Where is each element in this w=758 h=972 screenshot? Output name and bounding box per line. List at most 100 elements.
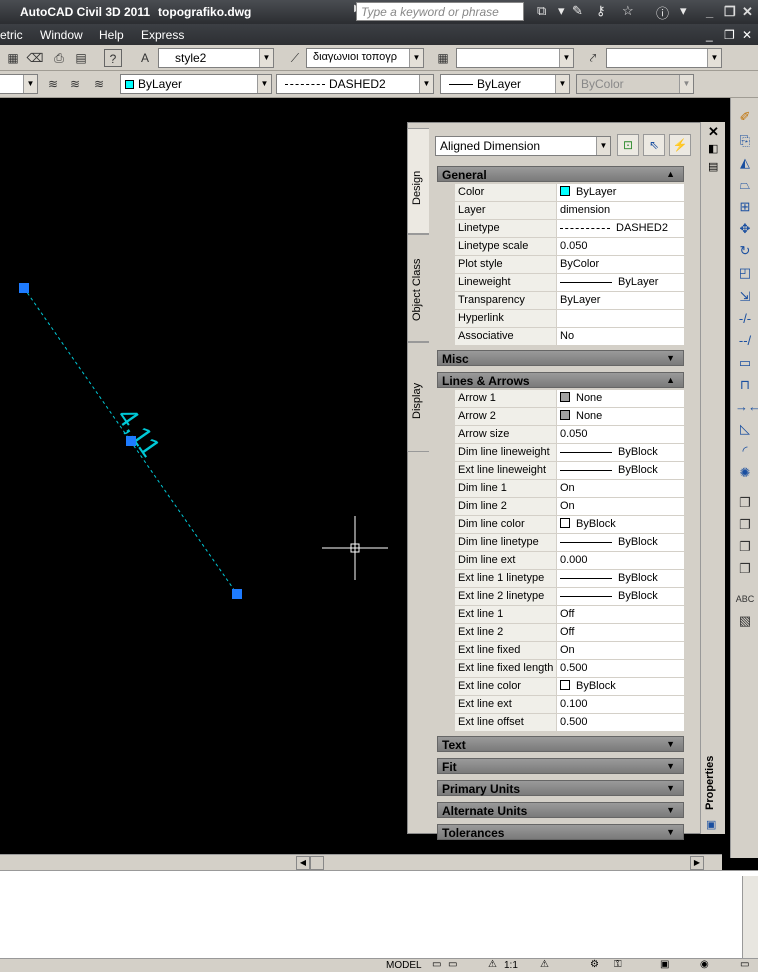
section-primary-units[interactable]: Primary Units ▼: [437, 780, 684, 796]
grip-end[interactable]: [232, 589, 242, 599]
property-value[interactable]: ByColor: [556, 256, 684, 273]
chamfer-icon[interactable]: ◺: [735, 420, 755, 438]
property-value[interactable]: ByBlock: [556, 588, 684, 605]
section-tolerances[interactable]: Tolerances ▼: [437, 824, 684, 840]
grip-start[interactable]: [19, 283, 29, 293]
linetype-select[interactable]: DASHED2 ▼: [276, 74, 434, 94]
property-value[interactable]: 0.050: [556, 426, 684, 443]
minimize-icon[interactable]: _: [706, 4, 713, 19]
property-row[interactable]: Ext line fixed length 0.500: [437, 660, 684, 678]
eraser-icon[interactable]: ⌫: [26, 49, 44, 67]
scroll-right-icon[interactable]: ▶: [690, 856, 704, 870]
draworder-front-icon[interactable]: ❐: [735, 494, 755, 512]
join-icon[interactable]: →←: [735, 398, 758, 416]
grip-text[interactable]: [126, 436, 136, 446]
expand-icon[interactable]: ▼: [666, 827, 675, 837]
break-icon[interactable]: ⊓: [735, 376, 755, 394]
help-icon[interactable]: ⓘ: [656, 3, 669, 22]
layer-match-icon[interactable]: ≋: [90, 75, 108, 93]
property-row[interactable]: Associative No: [437, 328, 684, 346]
extend-icon[interactable]: --/: [735, 332, 755, 350]
erase-icon[interactable]: ✐: [735, 108, 755, 126]
property-value[interactable]: On: [556, 498, 684, 515]
clean-screen-icon[interactable]: ▭: [740, 959, 749, 970]
section-alternate-units[interactable]: Alternate Units ▼: [437, 802, 684, 818]
property-row[interactable]: Dim line ext 0.000: [437, 552, 684, 570]
scroll-thumb[interactable]: [310, 856, 324, 870]
property-row[interactable]: Arrow 2 None: [437, 408, 684, 426]
draworder-under-icon[interactable]: ❐: [735, 560, 755, 578]
tab-display[interactable]: Display: [407, 342, 429, 452]
palette-autohide-icon[interactable]: ◧: [708, 142, 718, 155]
collapse-icon[interactable]: ▲: [666, 375, 675, 385]
calculator-icon[interactable]: ▤: [72, 49, 90, 67]
wrench-icon[interactable]: ✎: [572, 3, 583, 19]
property-value[interactable]: ByLayer: [556, 184, 684, 201]
dimension-text[interactable]: 4,11: [111, 402, 166, 463]
draworder-above-icon[interactable]: ❐: [735, 538, 755, 556]
isolate-objects-icon[interactable]: ◉: [700, 959, 709, 970]
property-row[interactable]: Ext line 1 linetype ByBlock: [437, 570, 684, 588]
lock-icon[interactable]: ⚿: [614, 959, 622, 970]
trim-icon[interactable]: -/-: [735, 310, 755, 328]
copy-icon[interactable]: ⎘: [735, 132, 755, 150]
annotation-visibility-icon[interactable]: ⚠: [540, 959, 549, 970]
property-value[interactable]: Off: [556, 606, 684, 623]
property-row[interactable]: Ext line ext 0.100: [437, 696, 684, 714]
dropdown-arrow-icon[interactable]: ▾: [558, 3, 565, 19]
select-objects-icon[interactable]: ⇖: [643, 134, 665, 156]
property-value[interactable]: On: [556, 642, 684, 659]
property-row[interactable]: Plot style ByColor: [437, 256, 684, 274]
property-value[interactable]: [556, 310, 684, 327]
layer-previous-icon[interactable]: ≋: [66, 75, 84, 93]
annotation-scale[interactable]: 1:1: [504, 960, 518, 971]
menu-item-parametric[interactable]: etric: [0, 28, 23, 42]
property-row[interactable]: Layer dimension: [437, 202, 684, 220]
model-tab[interactable]: MODEL: [386, 960, 422, 971]
multileader-style-select[interactable]: ▼: [606, 48, 722, 68]
offset-icon[interactable]: ⏢: [735, 176, 755, 194]
text-style-icon[interactable]: A: [136, 49, 154, 67]
help-question-icon[interactable]: ?: [104, 49, 122, 67]
move-icon[interactable]: ✥: [735, 220, 755, 238]
tab-object-class[interactable]: Object Class: [407, 234, 429, 342]
key-icon[interactable]: ⚷: [596, 3, 606, 19]
dim-style-icon[interactable]: ⟋: [286, 49, 304, 67]
property-value[interactable]: ByBlock: [556, 534, 684, 551]
fillet-icon[interactable]: ◜: [735, 442, 755, 460]
property-value[interactable]: ByLayer: [556, 292, 684, 309]
property-row[interactable]: Dim line 2 On: [437, 498, 684, 516]
property-value[interactable]: dimension: [556, 202, 684, 219]
multileader-style-icon[interactable]: ⤤: [584, 49, 602, 67]
property-row[interactable]: Linetype scale 0.050: [437, 238, 684, 256]
property-value[interactable]: ByBlock: [556, 444, 684, 461]
favorites-star-icon[interactable]: ☆: [622, 3, 634, 19]
property-row[interactable]: Dim line 1 On: [437, 480, 684, 498]
palette-close-icon[interactable]: ✕: [708, 124, 719, 140]
collapse-icon[interactable]: ▲: [666, 169, 675, 179]
lineweight-select[interactable]: ByLayer ▼: [440, 74, 570, 94]
dim-style-select[interactable]: διαγωνιοι τοπογρ ▼: [306, 48, 424, 68]
property-row[interactable]: Arrow size 0.050: [437, 426, 684, 444]
text-front-icon[interactable]: ABC: [735, 590, 755, 608]
close-icon[interactable]: ✕: [742, 4, 753, 20]
hatch-back-icon[interactable]: ▧: [735, 612, 755, 630]
property-value[interactable]: 0.500: [556, 714, 684, 731]
expand-icon[interactable]: ▼: [666, 805, 675, 815]
property-value[interactable]: ByBlock: [556, 678, 684, 695]
hardware-acceleration-icon[interactable]: ▣: [660, 959, 669, 970]
doc-restore-icon[interactable]: ❐: [724, 28, 735, 42]
layer-select[interactable]: ▼: [0, 74, 38, 94]
property-value[interactable]: 0.000: [556, 552, 684, 569]
expand-icon[interactable]: ▼: [666, 761, 675, 771]
mirror-icon[interactable]: ◭: [735, 154, 755, 172]
property-value[interactable]: 0.050: [556, 238, 684, 255]
property-value[interactable]: Off: [556, 624, 684, 641]
property-value[interactable]: None: [556, 408, 684, 425]
section-general[interactable]: General ▲: [437, 166, 684, 182]
object-type-select[interactable]: Aligned Dimension ▼: [435, 136, 611, 156]
property-row[interactable]: Dim line lineweight ByBlock: [437, 444, 684, 462]
section-text[interactable]: Text ▼: [437, 736, 684, 752]
tab-design[interactable]: Design: [407, 128, 429, 234]
menu-item-help[interactable]: Help: [99, 28, 124, 42]
